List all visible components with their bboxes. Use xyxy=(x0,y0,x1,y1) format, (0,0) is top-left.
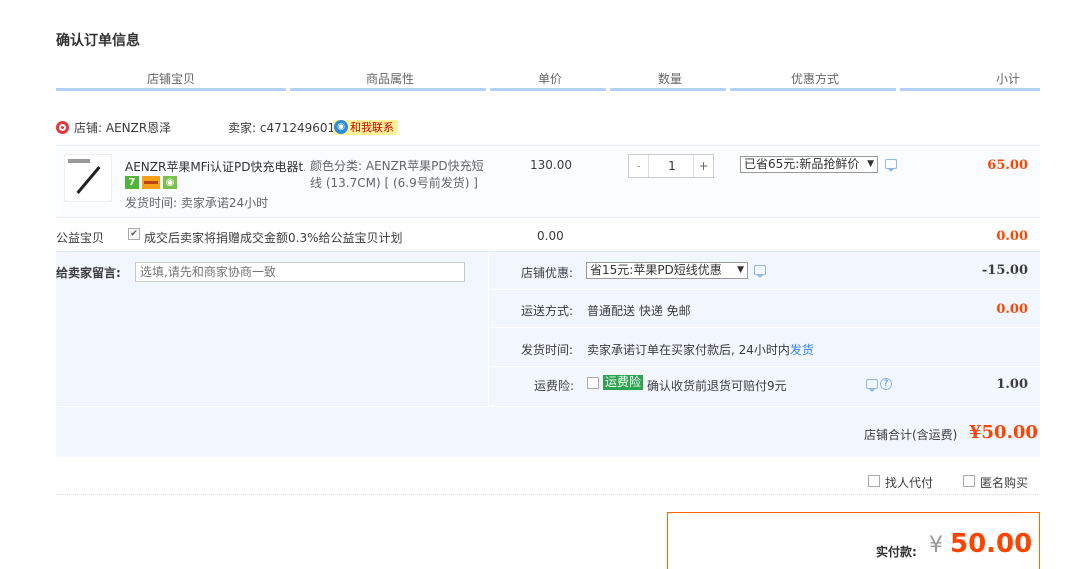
thumbnail-brand-mark xyxy=(68,159,90,163)
quantity-increase-button[interactable]: + xyxy=(693,155,713,177)
dropdown-arrow-icon: ▼ xyxy=(867,159,874,169)
insurance-description: 确认收货前退货可赔付9元 xyxy=(647,379,787,393)
memo-label: 给卖家留言: xyxy=(56,266,121,280)
item-attr-line: 颜色分类: AENZR苹果PD快充短 xyxy=(310,159,484,173)
shop-promo-amount: -15.00 xyxy=(981,263,1028,278)
payment-amount: 50.00 xyxy=(950,529,1033,559)
row-separator xyxy=(488,327,1040,328)
comment-icon[interactable] xyxy=(885,159,897,172)
insurance-label: 运费险: xyxy=(534,379,575,393)
chat-bubble-icon: ◉ xyxy=(334,120,348,134)
proxy-pay-checkbox[interactable] xyxy=(868,475,880,487)
charity-checkbox[interactable]: ✔ xyxy=(128,228,140,240)
insurance-tag: 运费险 xyxy=(603,375,644,390)
header-rule-gap xyxy=(726,88,730,91)
column-header-promo: 优惠方式 xyxy=(790,72,839,86)
row-separator xyxy=(488,289,1040,290)
contact-seller-label: 和我联系 xyxy=(350,121,394,134)
column-header-price: 单价 xyxy=(537,72,562,86)
charity-price: 0.00 xyxy=(537,229,564,243)
item-promo-select[interactable]: 已省65元:新品抢鲜价 ▼ xyxy=(740,156,878,173)
payment-currency: ¥ xyxy=(929,533,943,558)
insurance-fee: 1.00 xyxy=(996,377,1028,392)
comment-icon[interactable] xyxy=(866,379,878,392)
cable-image xyxy=(76,166,101,194)
anonymous-checkbox[interactable] xyxy=(963,475,975,487)
help-icon[interactable]: ? xyxy=(880,378,892,390)
quantity-decrease-button[interactable]: - xyxy=(629,155,649,177)
delivery-text: 卖家承诺订单在买家付款后, 24小时内 xyxy=(587,343,790,357)
item-thumbnail[interactable] xyxy=(64,154,112,202)
column-header-subtotal: 小计 xyxy=(995,72,1020,86)
dotted-divider xyxy=(56,494,1040,495)
item-attr-line: 线 (13.7CM) [ (6.9号前发货) ] xyxy=(310,176,478,190)
column-header-qty: 数量 xyxy=(657,72,682,86)
header-rule-gap xyxy=(606,88,610,91)
charity-label: 公益宝贝 xyxy=(56,231,105,245)
item-promo-value: 已省65元:新品抢鲜价 xyxy=(744,157,860,171)
seller-name: 卖家: c471249601 xyxy=(228,121,336,135)
shipping-label: 运送方式: xyxy=(521,304,574,318)
guarantee-icon[interactable]: ◉ xyxy=(163,176,177,189)
seven-day-return-icon[interactable]: 7 xyxy=(125,176,139,189)
item-attributes: 颜色分类: AENZR苹果PD快充短 线 (13.7CM) [ (6.9号前发货… xyxy=(310,158,500,192)
item-subtotal: 65.00 xyxy=(987,158,1028,173)
shop-promo-value: 省15元:苹果PD短线优惠 xyxy=(590,263,722,277)
item-ship-time: 发货时间: 卖家承诺24小时 xyxy=(125,196,269,210)
header-rule-gap xyxy=(286,88,290,91)
shop-promo-select[interactable]: 省15元:苹果PD短线优惠 ▼ xyxy=(586,262,748,279)
shop-icon xyxy=(56,121,69,134)
dropdown-arrow-icon: ▼ xyxy=(737,265,744,275)
quantity-input[interactable] xyxy=(653,155,691,177)
item-badges: 7 ◉ xyxy=(125,176,180,190)
column-header-attr: 商品属性 xyxy=(365,72,414,86)
credit-card-icon[interactable] xyxy=(142,176,160,189)
unit-price: 130.00 xyxy=(530,158,572,172)
shop-name-link[interactable]: 店铺: AENZR恩泽 xyxy=(74,121,171,135)
quantity-stepper: - + xyxy=(628,154,714,178)
row-separator xyxy=(56,406,1040,407)
header-rule xyxy=(56,88,1040,91)
delivery-link[interactable]: 发货 xyxy=(790,343,814,357)
row-separator xyxy=(488,366,1040,367)
insurance-checkbox[interactable] xyxy=(587,377,599,389)
column-header-item: 店铺宝贝 xyxy=(146,72,195,86)
shop-total-value: ¥50.00 xyxy=(969,422,1038,443)
comment-icon[interactable] xyxy=(754,265,766,278)
proxy-pay-label[interactable]: 找人代付 xyxy=(885,474,933,491)
item-title-link[interactable]: AENZR苹果MFi认证PD快充电器t... xyxy=(125,158,305,175)
shipping-method: 普通配送 快递 免邮 xyxy=(587,304,691,318)
charity-subtotal: 0.00 xyxy=(996,229,1028,244)
page-title: 确认订单信息 xyxy=(56,33,140,49)
panel-divider xyxy=(488,251,489,406)
payment-label: 实付款: xyxy=(876,545,917,559)
shipping-fee: 0.00 xyxy=(996,302,1028,317)
delivery-promise: 卖家承诺订单在买家付款后, 24小时内发货 xyxy=(587,341,814,358)
memo-input[interactable] xyxy=(135,262,465,282)
contact-seller-button[interactable]: ◉ 和我联系 xyxy=(333,120,398,135)
shop-promo-label: 店铺优惠: xyxy=(521,266,574,280)
charity-description: 成交后卖家将捐赠成交金额0.3%给公益宝贝计划 xyxy=(144,231,403,245)
anonymous-label[interactable]: 匿名购买 xyxy=(980,474,1028,491)
delivery-label: 发货时间: xyxy=(521,343,574,357)
shop-total-label: 店铺合计(含运费) xyxy=(864,428,958,442)
header-rule-gap xyxy=(486,88,490,91)
header-rule-gap xyxy=(896,88,900,91)
